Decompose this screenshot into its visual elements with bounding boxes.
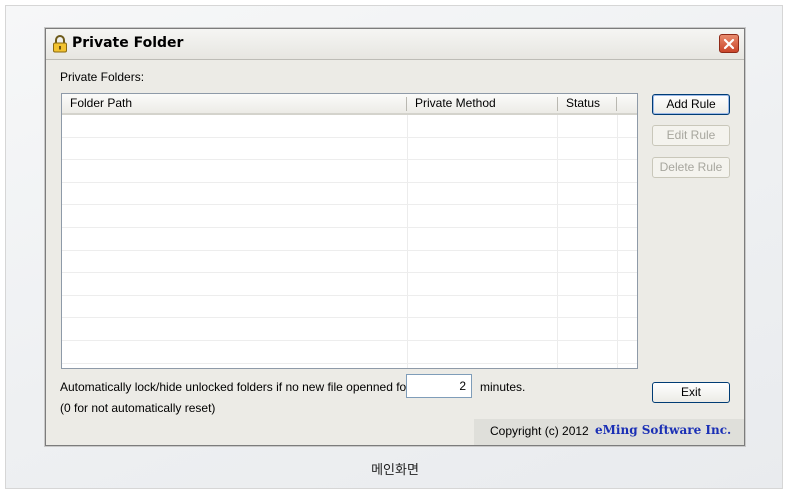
column-separator[interactable] <box>616 97 617 111</box>
column-header-private-method[interactable]: Private Method <box>407 94 557 113</box>
table-row[interactable] <box>62 160 637 183</box>
table-row[interactable] <box>62 115 637 138</box>
table-row[interactable] <box>62 251 637 274</box>
private-folders-list[interactable]: Folder Path Private Method Status <box>61 93 638 369</box>
auto-lock-minutes-input[interactable]: 2 <box>406 374 472 398</box>
company-name: eMing Software Inc. <box>595 423 732 437</box>
table-row[interactable] <box>62 138 637 161</box>
table-row[interactable] <box>62 273 637 296</box>
table-row[interactable] <box>62 205 637 228</box>
lock-icon <box>53 35 67 53</box>
exit-button[interactable]: Exit <box>652 382 730 403</box>
minutes-label: minutes. <box>480 380 526 394</box>
window-title: Private Folder <box>72 35 184 51</box>
close-icon <box>723 38 735 49</box>
edit-rule-button[interactable]: Edit Rule <box>652 125 730 146</box>
table-row[interactable] <box>62 228 637 251</box>
list-rows <box>62 115 637 368</box>
private-folder-window: Private Folder Private Folders: Folder P… <box>45 28 745 446</box>
private-folders-label: Private Folders: <box>60 70 145 84</box>
list-header: Folder Path Private Method Status <box>62 94 637 115</box>
copyright-bar: Copyright (c) 2012 eMing Software Inc. <box>474 419 744 445</box>
auto-lock-note: (0 for not automatically reset) <box>60 401 216 415</box>
add-rule-button[interactable]: Add Rule <box>652 94 730 115</box>
table-row[interactable] <box>62 296 637 319</box>
title-bar[interactable]: Private Folder <box>46 29 744 60</box>
table-row[interactable] <box>62 318 637 341</box>
column-header-folder-path[interactable]: Folder Path <box>62 94 406 113</box>
close-button[interactable] <box>719 34 739 53</box>
image-caption: 메인화면 <box>371 463 419 478</box>
column-header-status[interactable]: Status <box>558 94 616 113</box>
table-row[interactable] <box>62 341 637 364</box>
auto-lock-label: Automatically lock/hide unlocked folders… <box>60 380 411 394</box>
table-row[interactable] <box>62 183 637 206</box>
copyright-text: Copyright (c) 2012 <box>490 424 589 438</box>
delete-rule-button[interactable]: Delete Rule <box>652 157 730 178</box>
